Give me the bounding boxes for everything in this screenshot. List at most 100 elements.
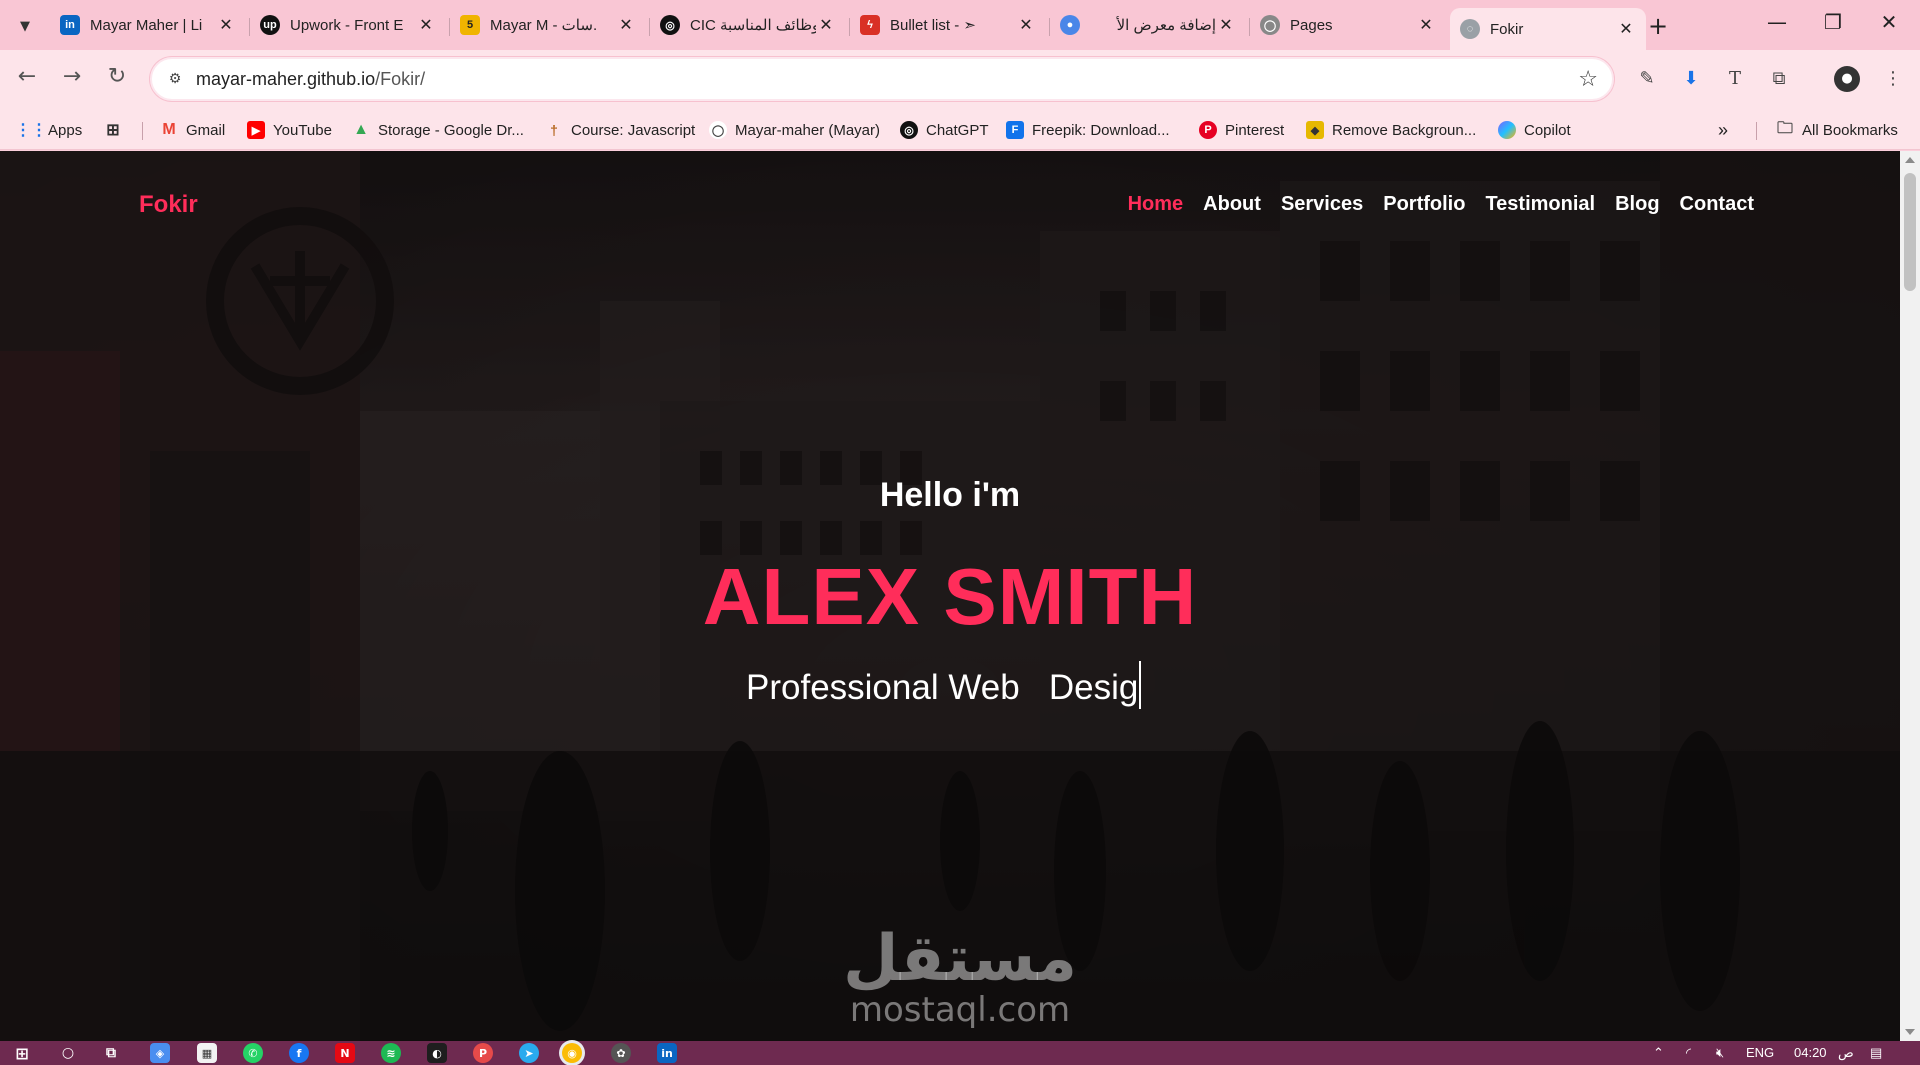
nav-about[interactable]: About bbox=[1203, 193, 1261, 216]
linkedin-taskbar-icon[interactable]: in bbox=[657, 1043, 677, 1063]
github-icon: ◯ bbox=[709, 121, 727, 139]
hero-greeting: Hello i'm bbox=[879, 476, 1021, 514]
facebook-icon[interactable]: f bbox=[289, 1043, 309, 1063]
tab-strip: ▼ in Mayar Maher | Li ✕ up Upwork - Fron… bbox=[0, 0, 1920, 50]
scrollbar-thumb[interactable] bbox=[1904, 173, 1916, 291]
bookmark-youtube[interactable]: ▶ YouTube bbox=[247, 118, 332, 142]
removebg-icon: ◆ bbox=[1306, 121, 1324, 139]
back-arrow-icon[interactable]: ← bbox=[12, 64, 42, 89]
minimize-icon[interactable]: — bbox=[1752, 10, 1802, 34]
pen-extension-icon[interactable]: ✎ bbox=[1634, 66, 1660, 92]
bookmark-freepik[interactable]: F Freepik: Download... bbox=[1006, 118, 1170, 142]
page-scrollbar[interactable] bbox=[1900, 151, 1920, 1041]
hero-role-text: Professional Web Desig bbox=[746, 668, 1139, 707]
taskbar-app-icon[interactable]: ◈ bbox=[150, 1043, 170, 1063]
profile-avatar-icon[interactable]: ● bbox=[1834, 66, 1860, 92]
nav-home[interactable]: Home bbox=[1128, 193, 1184, 216]
folder-icon: 🗀 bbox=[1776, 119, 1793, 137]
extensions-puzzle-icon[interactable]: ⧉ bbox=[1766, 66, 1792, 92]
nav-contact[interactable]: Contact bbox=[1680, 193, 1754, 216]
whatsapp-icon[interactable]: ✆ bbox=[243, 1043, 263, 1063]
circle-icon: ● bbox=[1060, 15, 1080, 35]
watermark-arabic: مستقل bbox=[842, 922, 1078, 996]
telegram-icon[interactable]: ➤ bbox=[519, 1043, 539, 1063]
tab-chatgpt[interactable]: ◎ CIC الوظائف المناسبة ✕ bbox=[650, 8, 846, 42]
search-icon[interactable]: ○ bbox=[58, 1043, 78, 1063]
watermark-english: mostaql.com bbox=[849, 990, 1071, 1030]
bookmark-copilot[interactable]: Copilot bbox=[1498, 118, 1571, 142]
file-explorer-icon[interactable]: ▦ bbox=[197, 1043, 217, 1063]
site-info-icon[interactable]: ⚙ bbox=[164, 68, 186, 90]
notifications-icon[interactable]: ▤ bbox=[1870, 1045, 1882, 1061]
wifi-icon[interactable]: ◜ bbox=[1686, 1045, 1691, 1061]
nav-testimonial[interactable]: Testimonial bbox=[1485, 193, 1595, 216]
bookmark-github-profile[interactable]: ◯ Mayar-maher (Mayar) bbox=[709, 118, 880, 142]
bookmark-gmail[interactable]: M Gmail bbox=[160, 118, 225, 142]
close-tab-icon[interactable]: ✕ bbox=[1416, 15, 1436, 35]
tab-bullet-list[interactable]: ϟ Bullet list - ➣ ✕ bbox=[850, 8, 1046, 42]
reload-icon[interactable]: ↻ bbox=[102, 64, 132, 89]
menu-kebab-icon[interactable]: ⋮ bbox=[1880, 66, 1906, 92]
upwork-icon: up bbox=[260, 15, 280, 35]
address-url[interactable]: mayar-maher.github.io/Fokir/ bbox=[196, 69, 425, 90]
more-bookmarks-chevron-icon[interactable]: » bbox=[1718, 118, 1728, 142]
close-tab-icon[interactable]: ✕ bbox=[1216, 15, 1236, 35]
windows-start-icon[interactable]: ⊞ bbox=[12, 1043, 32, 1063]
freepik-icon: F bbox=[1006, 121, 1024, 139]
mostaql-watermark: مستقل mostaql.com bbox=[842, 926, 1078, 1028]
close-tab-icon[interactable]: ✕ bbox=[1616, 19, 1636, 39]
tab-github-pages[interactable]: ◯ Pages ✕ bbox=[1250, 8, 1446, 42]
close-tab-icon[interactable]: ✕ bbox=[416, 15, 436, 35]
taskbar-app-icon[interactable]: ✿ bbox=[611, 1043, 631, 1063]
tab-mostaql[interactable]: 5 Mayar M - سات. ✕ bbox=[450, 8, 646, 42]
globe-icon: ◌ bbox=[1460, 19, 1480, 39]
address-bar[interactable]: ⚙ mayar-maher.github.io/Fokir/ ☆ bbox=[150, 57, 1614, 101]
gmail-icon: M bbox=[162, 121, 176, 138]
close-tab-icon[interactable]: ✕ bbox=[816, 15, 836, 35]
bookmark-star-icon[interactable]: ☆ bbox=[1578, 67, 1598, 92]
browser-toolbar: ← → ↻ ⚙ mayar-maher.github.io/Fokir/ ☆ ✎… bbox=[0, 50, 1920, 108]
bookmark-google-drive[interactable]: ▲ Storage - Google Dr... bbox=[352, 118, 524, 142]
tab-upwork[interactable]: up Upwork - Front E ✕ bbox=[250, 8, 446, 42]
forward-arrow-icon[interactable]: → bbox=[57, 64, 87, 89]
new-tab-button[interactable]: + bbox=[1648, 12, 1668, 40]
netflix-icon[interactable]: N bbox=[335, 1043, 355, 1063]
bookmark-grid[interactable]: ⊞ bbox=[104, 118, 130, 142]
youtube-icon: ▶ bbox=[247, 121, 265, 139]
taskbar-p-app-icon[interactable]: P bbox=[473, 1043, 493, 1063]
scroll-up-arrow-icon[interactable] bbox=[1905, 157, 1915, 163]
chrome-icon[interactable]: ◉ bbox=[562, 1043, 582, 1063]
figma-icon[interactable]: ◐ bbox=[427, 1043, 447, 1063]
clock-time[interactable]: 04:20 bbox=[1794, 1045, 1827, 1060]
bookmark-apps[interactable]: ⋮⋮ Apps bbox=[15, 118, 82, 142]
window-close-icon[interactable]: ✕ bbox=[1864, 10, 1914, 34]
nav-blog[interactable]: Blog bbox=[1615, 193, 1659, 216]
download-icon[interactable]: ⬇ bbox=[1678, 66, 1704, 92]
translate-extension-icon[interactable]: T bbox=[1722, 66, 1748, 92]
nav-services[interactable]: Services bbox=[1281, 193, 1363, 216]
close-tab-icon[interactable]: ✕ bbox=[216, 15, 236, 35]
bookmark-course-javascript[interactable]: † Course: Javascript bbox=[545, 118, 695, 142]
bookmark-remove-bg[interactable]: ◆ Remove Backgroun... bbox=[1306, 118, 1476, 142]
spotify-icon[interactable]: ≋ bbox=[381, 1043, 401, 1063]
nav-portfolio[interactable]: Portfolio bbox=[1383, 193, 1465, 216]
tab-search-button[interactable]: ▼ bbox=[8, 11, 42, 41]
task-view-icon[interactable]: ⧉ bbox=[101, 1043, 121, 1063]
bookmark-chatgpt[interactable]: ◎ ChatGPT bbox=[900, 118, 989, 142]
close-tab-icon[interactable]: ✕ bbox=[1016, 15, 1036, 35]
tab-fokir-active[interactable]: ◌ Fokir ✕ bbox=[1450, 8, 1646, 50]
speaker-muted-icon[interactable]: 🔇︎ bbox=[1716, 1045, 1724, 1061]
restore-icon[interactable]: ❐ bbox=[1808, 10, 1858, 34]
tray-chevron-icon[interactable]: ⌃ bbox=[1653, 1045, 1664, 1061]
course-icon: † bbox=[550, 122, 558, 138]
site-logo[interactable]: Fokir bbox=[139, 191, 198, 219]
tab-linkedin[interactable]: in Mayar Maher | Li ✕ bbox=[50, 8, 246, 42]
hero-role-typed: Professional Web Desig bbox=[746, 661, 1142, 709]
bookmark-pinterest[interactable]: P Pinterest bbox=[1199, 118, 1284, 142]
language-indicator[interactable]: ENG bbox=[1746, 1045, 1774, 1060]
page-viewport: Fokir Home About Services Portfolio Test… bbox=[0, 151, 1900, 1041]
tab-portfolio-add[interactable]: ● إضافة معرض الأ ✕ bbox=[1050, 8, 1246, 42]
scroll-down-arrow-icon[interactable] bbox=[1905, 1029, 1915, 1035]
close-tab-icon[interactable]: ✕ bbox=[616, 15, 636, 35]
all-bookmarks-button[interactable]: 🗀 All Bookmarks bbox=[1776, 118, 1898, 142]
